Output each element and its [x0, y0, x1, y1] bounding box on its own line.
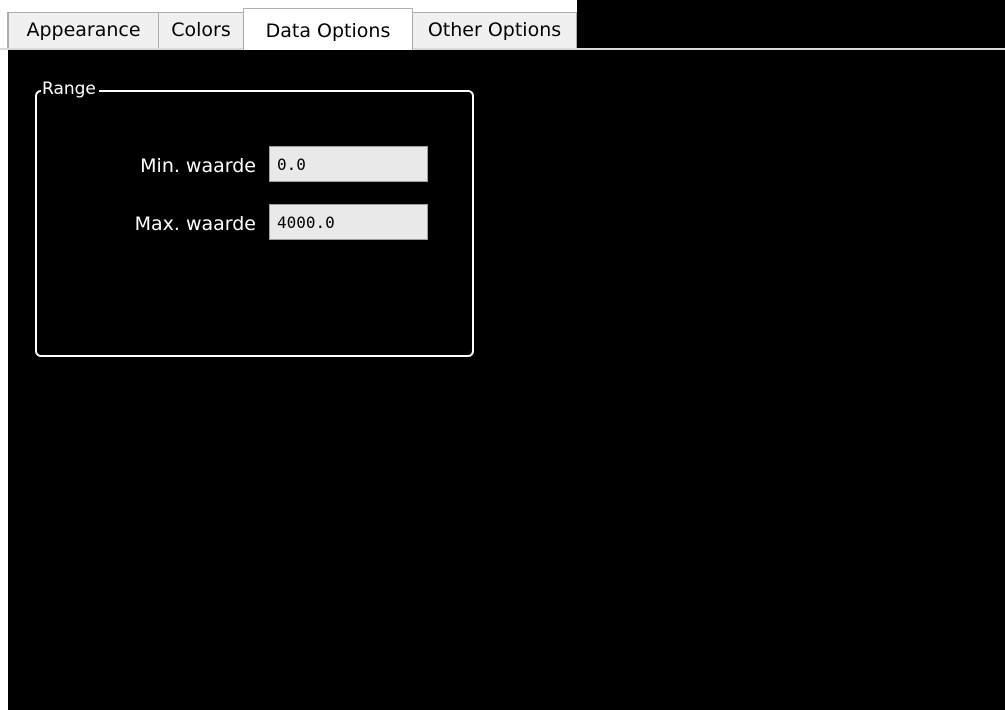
data-options-panel: Range Min. waarde Max. waarde [8, 50, 1005, 710]
min-value-input[interactable] [269, 146, 428, 182]
tab-strip: Appearance Colors Data Options Other Opt… [0, 0, 1005, 50]
tab-colors[interactable]: Colors [158, 12, 244, 48]
max-value-label: Max. waarde [134, 213, 256, 235]
max-value-input[interactable] [269, 204, 428, 240]
tab-data-options[interactable]: Data Options [243, 8, 413, 50]
range-group-title: Range [41, 77, 99, 101]
min-value-label: Min. waarde [140, 155, 256, 177]
range-groupbox: Range Min. waarde Max. waarde [35, 77, 474, 357]
options-window: Appearance Colors Data Options Other Opt… [0, 0, 1005, 710]
tab-strip-edge [0, 12, 8, 48]
tab-appearance[interactable]: Appearance [8, 12, 159, 48]
tab-other-options[interactable]: Other Options [412, 12, 577, 48]
